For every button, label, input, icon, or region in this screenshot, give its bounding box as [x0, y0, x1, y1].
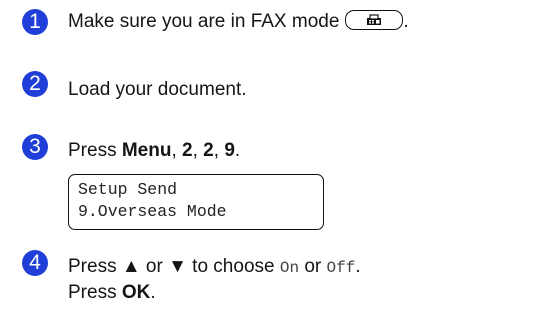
step-4-end: . — [355, 256, 361, 277]
key-2-label: 2 — [203, 140, 214, 161]
fax-mode-button — [345, 10, 404, 30]
menu-key-label: Menu — [121, 140, 172, 161]
step-text-line-2: Press OK. — [68, 281, 156, 305]
ok-key-label: OK — [121, 282, 151, 303]
separator: , — [213, 140, 225, 161]
step-number-badge: 1 — [22, 9, 48, 35]
step-1-trailing: . — [403, 11, 409, 32]
lcd-display: Setup Send 9.Overseas Mode — [68, 174, 324, 230]
separator: , — [192, 140, 204, 161]
lcd-line-2: 9.Overseas Mode — [78, 202, 227, 221]
step-number-badge: 4 — [22, 250, 48, 276]
step-number-badge: 3 — [22, 134, 48, 160]
key-9-label: 9 — [224, 140, 235, 161]
fax-icon — [367, 14, 382, 25]
step-text: Load your document. — [68, 79, 247, 100]
separator: , — [171, 140, 183, 161]
lcd-line-1: Setup Send — [78, 180, 178, 199]
step-4-press: Press — [68, 282, 122, 303]
option-off: Off — [326, 259, 356, 277]
step-4-text: Press ▲ or ▼ to choose — [68, 256, 280, 277]
step-4-or: or — [299, 256, 327, 277]
step-number-badge: 2 — [22, 71, 48, 97]
key-2-label: 2 — [182, 140, 193, 161]
step-1-text: Make sure you are in FAX mode — [68, 11, 340, 32]
step-3-prefix: Press — [68, 140, 122, 161]
step-text-line-1: Press ▲ or ▼ to choose On or Off. — [68, 255, 361, 280]
step-3-suffix: . — [234, 140, 241, 161]
step-4-line2-end: . — [150, 282, 156, 303]
option-on: On — [279, 259, 300, 277]
step-text: Make sure you are in FAX mode . — [68, 10, 409, 34]
step-text: Press Menu, 2, 2, 9. — [68, 139, 240, 163]
